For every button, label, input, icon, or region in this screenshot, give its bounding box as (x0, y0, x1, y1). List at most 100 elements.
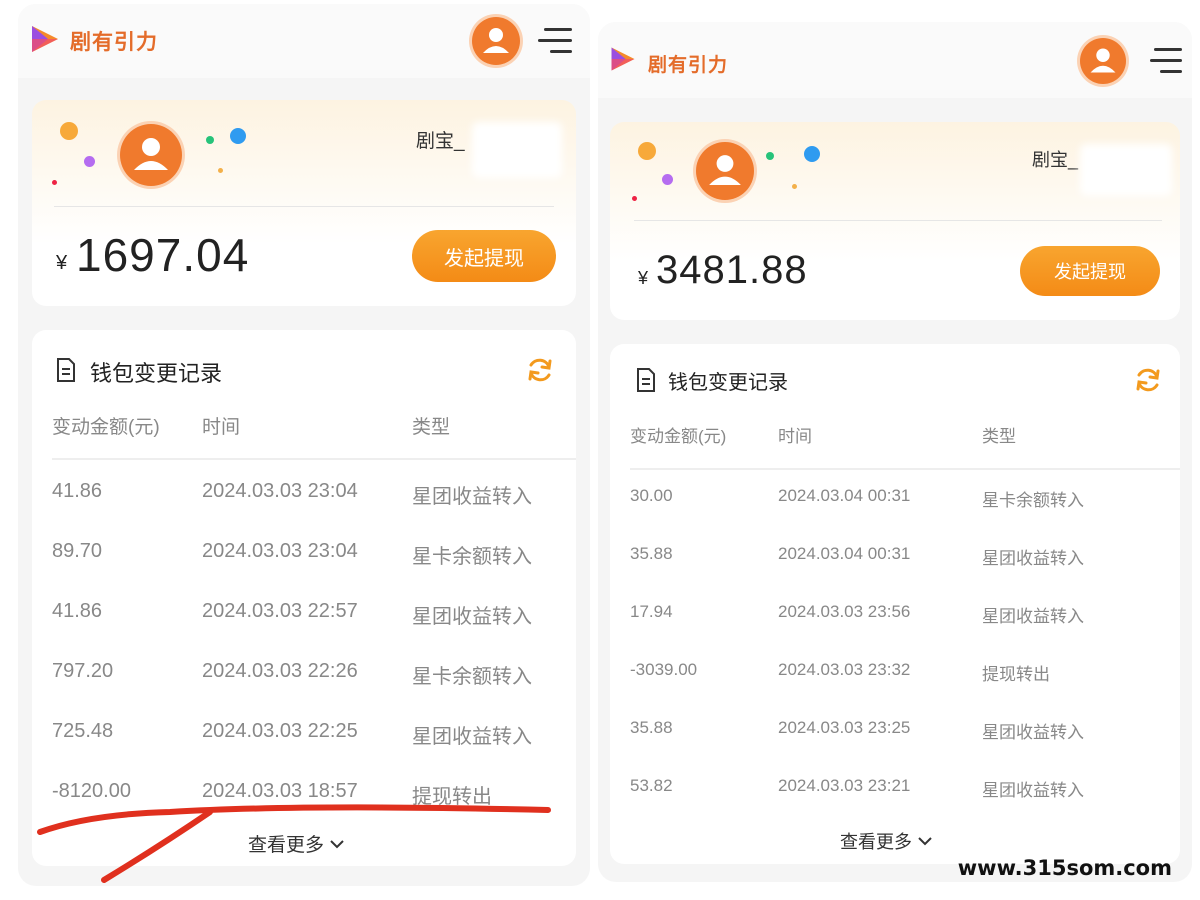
view-more-link[interactable]: 查看更多 (840, 828, 932, 854)
time-cell: 2024.03.04 00:31 (778, 486, 911, 505)
refresh-icon[interactable] (526, 356, 554, 384)
app-logo-icon (611, 47, 635, 71)
user-icon (1090, 48, 1116, 73)
app-name: 剧有引力 (648, 55, 729, 76)
user-icon (483, 28, 509, 53)
card-divider (54, 206, 554, 207)
wallet-records: 钱包变更记录 变动金额(元) 时间 类型 30.00 2024.03.04 00… (610, 344, 1180, 864)
column-header-type: 类型 (982, 427, 1016, 446)
chevron-down-icon (330, 839, 344, 848)
card-divider (634, 220, 1162, 221)
withdraw-button[interactable]: 发起提现 (412, 230, 556, 282)
type-cell: 星团收益转入 (412, 726, 532, 748)
wallet-balance: 1697.04 (76, 229, 250, 281)
type-cell: 星团收益转入 (982, 781, 1084, 800)
document-icon (57, 358, 75, 382)
type-cell: 星团收益转入 (982, 723, 1084, 742)
amount-cell: -3039.00 (630, 660, 698, 679)
chevron-down-icon (918, 837, 932, 846)
decor-dot (230, 128, 246, 144)
type-cell: 星卡余额转入 (982, 491, 1084, 510)
redacted-id (1080, 144, 1172, 196)
type-cell: 星团收益转入 (982, 549, 1084, 568)
menu-icon[interactable] (538, 28, 572, 56)
left-screen: 剧有引力 剧宝_ ¥ 1697.04 发起提现 钱包变更记录 变动金额(元) 时… (18, 4, 590, 886)
column-header-type: 类型 (412, 417, 451, 438)
amount-cell: 30.00 (630, 486, 673, 505)
time-cell: 2024.03.03 23:04 (202, 540, 358, 562)
time-cell: 2024.03.03 22:26 (202, 660, 358, 682)
user-avatar (696, 142, 754, 200)
amount-cell: 41.86 (52, 600, 103, 622)
decor-dot (52, 180, 57, 185)
decor-dot (218, 168, 223, 173)
type-cell: 提现转出 (412, 786, 492, 808)
profile-avatar-button[interactable] (472, 17, 520, 65)
amount-cell: 53.82 (630, 776, 673, 795)
type-cell: 星卡余额转入 (412, 666, 532, 688)
top-bar: 剧有引力 (18, 4, 590, 78)
column-header-time: 时间 (202, 417, 241, 438)
time-cell: 2024.03.03 23:32 (778, 660, 911, 679)
decor-dot (792, 184, 797, 189)
amount-cell: -8120.00 (52, 780, 131, 802)
type-cell: 星团收益转入 (412, 486, 532, 508)
wallet-records: 钱包变更记录 变动金额(元) 时间 类型 41.86 2024.03.03 23… (32, 330, 576, 866)
currency-symbol: ¥ (638, 268, 649, 288)
redacted-id (472, 122, 562, 178)
app-name: 剧有引力 (70, 31, 158, 54)
time-cell: 2024.03.03 22:25 (202, 720, 358, 742)
decor-dot (60, 122, 78, 140)
records-title: 钱包变更记录 (668, 372, 788, 394)
username: 剧宝_ (416, 131, 465, 152)
amount-cell: 89.70 (52, 540, 103, 562)
user-card: 剧宝_ ¥ 1697.04 发起提现 (32, 100, 576, 306)
time-cell: 2024.03.03 23:21 (778, 776, 911, 795)
time-cell: 2024.03.03 23:04 (202, 480, 358, 502)
decor-dot (662, 174, 673, 185)
time-cell: 2024.03.03 18:57 (202, 780, 358, 802)
user-card: 剧宝_ ¥ 3481.88 发起提现 (610, 122, 1180, 320)
type-cell: 提现转出 (982, 665, 1050, 684)
screenshot-stage: 剧有引力 剧宝_ ¥ 1697.04 发起提现 钱包变更记录 变动金额(元) 时… (0, 0, 1200, 900)
amount-cell: 797.20 (52, 660, 114, 682)
view-more-label: 查看更多 (840, 832, 912, 852)
decor-dot (632, 196, 637, 201)
decor-dot (766, 152, 774, 160)
type-cell: 星团收益转入 (982, 607, 1084, 626)
type-cell: 星卡余额转入 (412, 546, 532, 568)
right-screen: 剧有引力 剧宝_ ¥ 3481.88 发起提现 钱包变更记录 变动金额(元) 时… (598, 22, 1192, 882)
amount-cell: 725.48 (52, 720, 114, 742)
amount-cell: 35.88 (630, 544, 673, 563)
user-icon (134, 138, 168, 170)
time-cell: 2024.03.04 00:31 (778, 544, 911, 563)
time-cell: 2024.03.03 23:25 (778, 718, 911, 737)
watermark: www.315som.com (957, 856, 1172, 880)
document-icon (637, 368, 655, 392)
decor-dot (804, 146, 820, 162)
decor-dot (84, 156, 95, 167)
header-divider (52, 458, 576, 460)
username: 剧宝_ (1032, 150, 1079, 170)
time-cell: 2024.03.03 22:57 (202, 600, 358, 622)
decor-dot (206, 136, 214, 144)
column-header-amount: 变动金额(元) (52, 417, 160, 438)
records-title: 钱包变更记录 (90, 361, 223, 386)
header-divider (630, 468, 1180, 470)
type-cell: 星团收益转入 (412, 606, 532, 628)
wallet-balance: 3481.88 (656, 248, 808, 292)
amount-cell: 41.86 (52, 480, 103, 502)
column-header-amount: 变动金额(元) (630, 427, 727, 446)
view-more-link[interactable]: 查看更多 (248, 830, 344, 857)
amount-cell: 17.94 (630, 602, 673, 621)
user-avatar (120, 124, 182, 186)
decor-dot (638, 142, 656, 160)
profile-avatar-button[interactable] (1080, 38, 1126, 84)
user-icon (709, 155, 741, 186)
menu-icon[interactable] (1148, 48, 1182, 76)
currency-symbol: ¥ (56, 252, 68, 274)
withdraw-button[interactable]: 发起提现 (1020, 246, 1160, 296)
refresh-icon[interactable] (1134, 366, 1162, 394)
time-cell: 2024.03.03 23:56 (778, 602, 911, 621)
amount-cell: 35.88 (630, 718, 673, 737)
